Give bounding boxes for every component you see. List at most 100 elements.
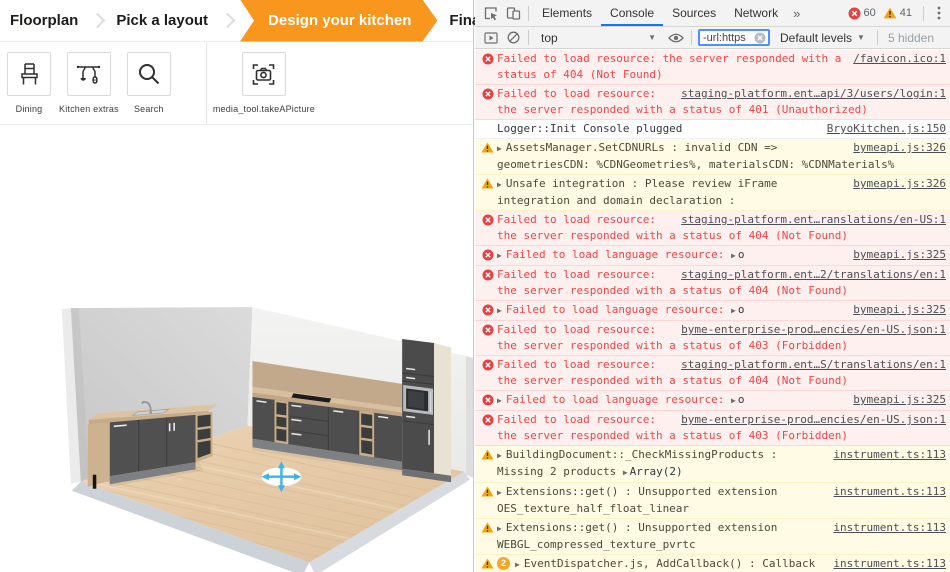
repeat-count-badge: 2 [497,557,510,570]
console-source-link[interactable]: instrument.ts:113 [833,447,946,463]
warning-icon [481,449,494,460]
tool-search[interactable]: Search [126,52,171,114]
error-icon [481,359,494,371]
error-icon [482,414,493,426]
console-message: instrument.ts:113 ▶ Extensions::get() : Un… [475,483,950,519]
expand-triangle-icon[interactable]: ▶ [497,144,502,153]
expand-triangle-icon[interactable]: ▶ [515,560,520,569]
error-icon [481,269,494,281]
live-expression-icon[interactable] [665,28,687,48]
object-preview[interactable]: ▶ o [731,303,744,316]
console-log[interactable]: /favicon.ico:1 Failed to load resource: t… [475,50,950,572]
tab-network[interactable]: Network [725,0,787,26]
execution-context-selector[interactable]: top ▼ [533,31,665,45]
expand-triangle-icon[interactable]: ▶ [497,451,502,460]
console-toolbar: top ▼ Default levels ▼ 5 hidd [475,27,950,49]
error-icon [481,249,494,261]
tool-kitchen-extras[interactable]: Kitchen extras [59,52,119,114]
console-message: /favicon.ico:1 Failed to load resource: t… [475,50,950,85]
console-source-link[interactable]: instrument.ts:113 [833,556,946,572]
console-source-link[interactable]: BryoKitchen.js:150 [827,121,946,137]
console-source-link[interactable]: staging-platform.ent…ranslations/en-US:1 [681,212,946,228]
expand-triangle-icon[interactable]: ▶ [497,396,502,405]
object-preview[interactable]: ▶ Array(2) [623,465,683,478]
error-icon [482,324,493,336]
log-levels-dropdown[interactable]: Default levels ▼ [772,31,873,45]
show-console-sidebar-icon[interactable] [480,28,502,48]
tool-dining[interactable]: Dining [7,52,51,114]
error-icon [482,249,493,261]
expand-triangle-icon[interactable]: ▶ [497,488,502,497]
warning-icon [481,522,494,533]
hidden-messages-count: 5 hidden [887,30,935,45]
console-source-link[interactable]: byme-enterprise-prod…encies/en-US.json:1 [681,322,946,338]
breadcrumb-step-design-your-kitchen[interactable]: Design your kitchen [240,0,437,42]
warning-icon [481,558,494,569]
open-shelves [195,411,213,463]
breadcrumb-step-pick-a-layout[interactable]: Pick a layout [116,12,208,29]
warning-icon [481,449,494,460]
device-toolbar-icon[interactable] [502,3,524,23]
warning-count-badge[interactable]: 41 [883,7,919,19]
tall-oven-cabinet [402,339,452,483]
console-message: bymeapi.js:326 ▶ AssetsManager.SetCDNURLs … [475,139,950,175]
error-icon [481,394,494,406]
tool-take-a-picture[interactable]: media_tool.takeAPicture [213,52,315,114]
warning-icon [481,486,494,497]
tab-elements[interactable]: Elements [533,0,601,26]
error-icon [482,394,493,406]
console-source-link[interactable]: staging-platform.ent…api/3/users/login:1 [681,86,946,102]
expand-triangle-icon[interactable]: ▶ [497,306,502,315]
error-count-badge[interactable]: 60 [848,7,883,20]
console-message: byme-enterprise-prod…encies/en-US.json:1… [475,411,950,446]
object-preview[interactable]: ▶ o [731,393,744,406]
tab-console[interactable]: Console [601,0,664,26]
warning-icon [481,178,494,189]
expand-triangle-icon[interactable]: ▶ [497,524,502,533]
breadcrumb-step-floorplan[interactable]: Floorplan [10,12,78,29]
tall-side-panel [434,343,452,476]
warning-icon [481,142,494,153]
tool-label: Kitchen extras [59,104,119,114]
clear-console-icon[interactable] [502,28,524,48]
console-source-link[interactable]: bymeapi.js:325 [853,302,946,318]
clear-filter-icon[interactable] [754,32,766,44]
console-message: staging-platform.ent…api/3/users/login:1… [475,85,950,120]
breadcrumb-separator-icon [90,12,106,29]
filter-input[interactable] [703,31,754,44]
kitchen-planner-panel: Floorplan Pick a layout Design your kitc… [0,0,526,572]
chevron-down-icon: ▼ [857,33,865,42]
error-icon [481,88,494,100]
cabinet-leg [92,474,97,489]
console-source-link[interactable]: /favicon.ico:1 [853,51,946,67]
console-source-link[interactable]: staging-platform.ent…2/translations/en:1 [681,267,946,283]
tab-sources[interactable]: Sources [663,0,725,26]
console-source-link[interactable]: instrument.ts:113 [833,484,946,500]
expand-triangle-icon[interactable]: ▶ [497,180,502,189]
console-source-link[interactable]: staging-platform.ent…S/translations/en:1 [681,357,946,373]
catalog-toolbar: Dining Kitchen extras Search media_tool.… [0,42,473,125]
console-message: staging-platform.ent…S/translations/en:1… [475,356,950,391]
kitchen-3d-viewport[interactable] [0,125,474,572]
more-tabs-icon[interactable]: » [787,6,806,21]
console-message: bymeapi.js:325 ▶ Failed to load language r… [475,246,950,266]
console-message: staging-platform.ent…ranslations/en-US:1… [475,211,950,246]
tool-label: Search [133,104,164,114]
console-source-link[interactable]: instrument.ts:113 [833,520,946,536]
devtools-tabbar: Elements Console Sources Network » 60 41 [475,0,950,27]
object-preview[interactable]: ▶ o [731,248,744,261]
search-icon [138,64,160,85]
inspect-element-icon[interactable] [480,3,502,23]
breadcrumb: Floorplan Pick a layout Design your kitc… [0,0,526,42]
warning-icon [481,142,494,153]
console-source-link[interactable]: bymeapi.js:326 [853,140,946,156]
console-source-link[interactable]: bymeapi.js:325 [853,392,946,408]
expand-triangle-icon[interactable]: ▶ [497,251,502,260]
console-source-link[interactable]: bymeapi.js:325 [853,247,946,263]
more-options-icon[interactable] [928,3,950,23]
console-source-link[interactable]: bymeapi.js:326 [853,176,946,192]
end-panel [87,422,110,487]
warning-icon [481,486,494,497]
console-source-link[interactable]: byme-enterprise-prod…encies/en-US.json:1 [681,412,946,428]
error-icon [481,53,494,65]
